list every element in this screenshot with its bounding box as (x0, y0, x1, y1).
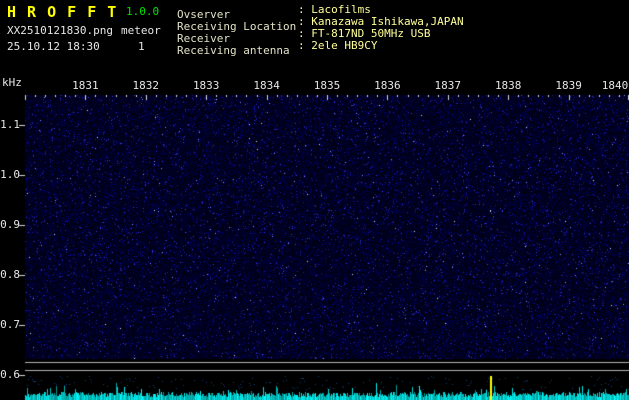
y-axis-unit-label: kHz (2, 76, 22, 89)
y-axis-tick-label: 0.9 (0, 218, 20, 231)
x-axis-tick-label: 1836 (374, 79, 401, 92)
sequence-count: 1 (138, 40, 145, 53)
output-filename: XX2510121830.png (7, 24, 113, 37)
x-axis-tick-label: 1831 (72, 79, 99, 92)
info-value: : 2ele HB9CY (298, 39, 377, 52)
y-axis-tick-label: 0.8 (0, 268, 20, 281)
y-axis-tick-label: 1.0 (0, 168, 20, 181)
info-row-receiving-location: Receiving Location : Kanazawa Ishikawa,J… (177, 15, 296, 27)
app-title: H R O F F T (7, 3, 117, 21)
mode-label: meteor (121, 24, 161, 37)
app-version: 1.0.0 (126, 5, 159, 18)
y-axis-tick-label: 1.1 (0, 118, 20, 131)
spectrogram-canvas (0, 0, 629, 400)
info-row-receiving-antenna: Receiving antenna : 2ele HB9CY (177, 39, 290, 51)
x-axis-tick-label: 1837 (435, 79, 462, 92)
hrofft-app-window: H R O F F T 1.0.0 XX2510121830.png meteo… (0, 0, 629, 400)
x-axis-tick-label: 1832 (133, 79, 160, 92)
record-datetime: 25.10.12 18:30 (7, 40, 100, 53)
info-row-observer: Ovserver : Lacofilms (177, 3, 230, 15)
x-axis-tick-label: 1838 (495, 79, 522, 92)
y-axis-tick-label: 0.6 (0, 368, 20, 381)
x-axis-tick-label: 1840 (602, 79, 629, 92)
x-axis-tick-label: 1833 (193, 79, 220, 92)
y-axis-tick-label: 0.7 (0, 318, 20, 331)
x-axis-tick-label: 1835 (314, 79, 341, 92)
info-row-receiver: Receiver : FT-817ND 50MHz USB (177, 27, 230, 39)
x-axis-tick-label: 1834 (253, 79, 280, 92)
info-label: Receiving antenna (177, 44, 290, 57)
x-axis-tick-label: 1839 (555, 79, 582, 92)
